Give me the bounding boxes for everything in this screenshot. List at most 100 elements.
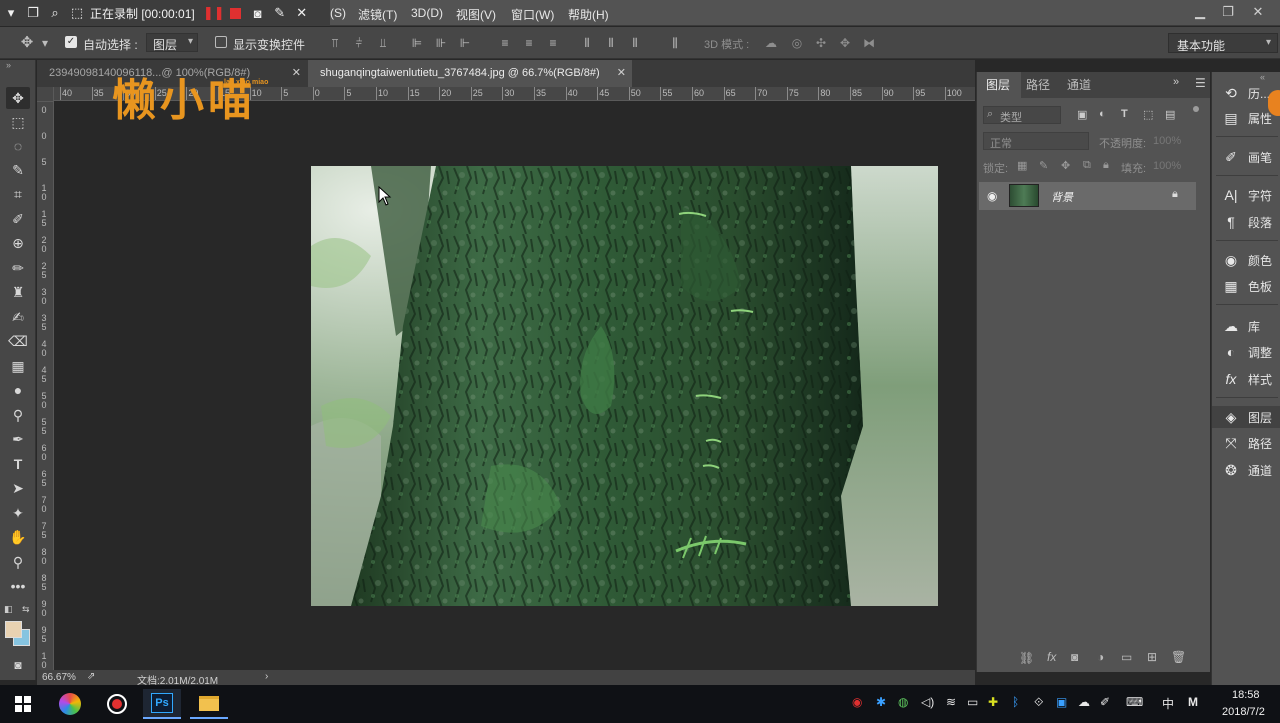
tray-network-icon[interactable]: ⟐ [1034, 695, 1043, 710]
export-icon[interactable]: ⇗ [87, 671, 95, 682]
tab-paths-label[interactable]: 路径 [1026, 76, 1050, 93]
type-tool-icon[interactable]: T [6, 453, 30, 475]
search-icon[interactable]: ⌕ [44, 2, 66, 24]
tray-ime-mode[interactable]: M [1188, 695, 1198, 709]
panel-collapse-icon[interactable]: » [6, 60, 11, 70]
tray-cloud-icon[interactable]: ☁ [1078, 695, 1090, 709]
windows-start-icon[interactable] [4, 689, 42, 719]
chevron-down-icon[interactable]: ▾ [38, 36, 52, 50]
dock-libraries[interactable]: ☁ 库 [1212, 315, 1280, 337]
crop-tool-icon[interactable]: ⌗ [6, 183, 30, 205]
layer-mask-icon[interactable]: ◙ [1071, 650, 1078, 664]
dock-paths[interactable]: ⤧ 路径 [1212, 432, 1280, 454]
path-select-tool-icon[interactable]: ➤ [6, 477, 30, 499]
tray-app-icon[interactable]: ✱ [876, 695, 886, 709]
close-window-button[interactable]: ✕ [1244, 3, 1272, 21]
quick-mask-icon[interactable]: ◙ [6, 654, 30, 676]
workspace-dropdown[interactable]: 基本功能 ▾ [1168, 33, 1278, 53]
layer-name[interactable]: 背景 [1051, 189, 1073, 205]
dock-properties[interactable]: ▤ 属性 [1212, 107, 1280, 129]
chevron-right-icon[interactable]: › [265, 671, 268, 682]
camera-icon[interactable]: ◙ [247, 2, 269, 24]
fill-value[interactable]: 100% [1153, 160, 1181, 172]
distribute-bottom-icon[interactable]: ≡ [546, 36, 560, 50]
tab-channels-label[interactable]: 通道 [1067, 76, 1091, 93]
align-top-icon[interactable]: ⫪ [328, 36, 342, 50]
foreground-color-swatch[interactable] [5, 621, 22, 638]
tab-document-2[interactable]: shuganqingtaiwenlutietu_3767484.jpg @ 66… [308, 60, 632, 87]
dock-collapse-icon[interactable]: « [1260, 72, 1265, 82]
move-tool-icon[interactable]: ✥ [6, 87, 30, 109]
lock-paint-icon[interactable]: ✎ [1039, 159, 1048, 172]
align-left-icon[interactable]: ⊫ [410, 36, 424, 50]
trash-icon[interactable]: 🗑︎ [1171, 650, 1186, 664]
filter-smart-icon[interactable]: ▤ [1165, 108, 1175, 121]
tray-volume-icon[interactable]: ◁) [921, 695, 934, 709]
menu-window[interactable]: 窗口(W) [511, 6, 554, 23]
hand-tool-icon[interactable]: ✋ [6, 526, 30, 548]
tray-ime[interactable]: 中 [1162, 695, 1174, 712]
tray-battery-icon[interactable]: ▭ [967, 695, 978, 709]
zoom-tool-icon[interactable]: ⚲ [6, 551, 30, 573]
dock-channels[interactable]: ❂ 通道 [1212, 459, 1280, 481]
menu-select[interactable]: (S) [330, 6, 346, 20]
move-tool-icon[interactable]: ✥ [20, 35, 34, 50]
dock-adjustments[interactable]: ◐ 调整 [1212, 341, 1280, 363]
tray-record-icon[interactable]: ◉ [852, 695, 862, 709]
default-colors-icon[interactable]: ◧ [4, 604, 13, 615]
blend-mode-dropdown[interactable]: 正常 [983, 132, 1089, 150]
adjustment-layer-icon[interactable]: ◑ [1097, 650, 1104, 664]
3d-scale-icon[interactable]: ⧓ [862, 36, 876, 50]
new-layer-icon[interactable]: ⊞ [1147, 650, 1157, 664]
show-transform-checkbox[interactable] [215, 36, 227, 48]
marquee-tool-icon[interactable]: ⬚ [6, 111, 30, 133]
healing-brush-tool-icon[interactable]: ⊕ [6, 232, 30, 254]
link-layers-icon[interactable]: ⛓ [1019, 651, 1034, 665]
shape-tool-icon[interactable]: ✦ [6, 502, 30, 524]
align-bottom-icon[interactable]: ⫫ [376, 36, 390, 50]
tray-bluetooth-icon[interactable]: ᛒ [1012, 695, 1019, 709]
tray-shield-icon[interactable]: ▣ [1056, 695, 1067, 709]
dock-paragraph[interactable]: ¶ 段落 [1212, 211, 1280, 233]
quick-select-tool-icon[interactable]: ✎ [6, 159, 30, 181]
clone-stamp-tool-icon[interactable]: ♜ [6, 281, 30, 303]
distribute-left-icon[interactable]: ⦀ [580, 36, 594, 50]
tray-pen-icon[interactable]: ✐ [1100, 695, 1110, 709]
panel-menu-icon[interactable]: ☰ [1195, 76, 1206, 90]
close-icon[interactable]: ✕ [617, 60, 626, 87]
document-image[interactable] [311, 166, 938, 606]
auto-align-icon[interactable]: ⫼ [668, 36, 682, 50]
layer-row-background[interactable]: ◉ 背景 🔒︎ [979, 182, 1196, 210]
brush-tool-icon[interactable]: ✏ [6, 257, 30, 279]
pause-icon[interactable]: ❚❚ [203, 2, 225, 24]
restore-window-icon[interactable]: ❐ [22, 2, 44, 24]
filter-pixel-icon[interactable]: ▣ [1077, 108, 1087, 121]
align-vcenter-icon[interactable]: ⫩ [352, 36, 366, 50]
gradient-tool-icon[interactable]: ▦ [6, 355, 30, 377]
dock-color[interactable]: ◉ 颜色 [1212, 249, 1280, 271]
clock-time[interactable]: 18:58 [1232, 689, 1260, 701]
align-right-icon[interactable]: ⊩ [458, 36, 472, 50]
clock-date[interactable]: 2018/7/2 [1222, 706, 1265, 718]
tray-wifi-icon[interactable]: ≋ [946, 695, 956, 709]
pen-tool-icon[interactable]: ✒ [6, 428, 30, 450]
dodge-tool-icon[interactable]: ⚲ [6, 404, 30, 426]
lasso-tool-icon[interactable]: ◌ [6, 135, 30, 157]
tray-keyboard-icon[interactable]: ⌨ [1126, 695, 1143, 709]
stop-icon[interactable] [225, 2, 247, 24]
collapse-icon[interactable]: » [1173, 76, 1179, 88]
distribute-right-icon[interactable]: ⦀ [628, 36, 642, 50]
recorder-app-icon[interactable] [98, 689, 136, 719]
new-group-icon[interactable]: ▭ [1121, 650, 1132, 664]
filter-type-icon[interactable]: T [1121, 108, 1128, 120]
3d-roll-icon[interactable]: ◎ [790, 36, 804, 50]
auto-select-checkbox[interactable]: ✓ [65, 36, 77, 48]
dock-character[interactable]: A| 字符 [1212, 184, 1280, 206]
menu-help[interactable]: 帮助(H) [568, 6, 609, 23]
filter-adjust-icon[interactable]: ◐ [1099, 108, 1106, 120]
distribute-top-icon[interactable]: ≡ [498, 36, 512, 50]
eyedropper-tool-icon[interactable]: ✐ [6, 208, 30, 230]
auto-select-dropdown[interactable]: 图层 ▾ [146, 33, 198, 52]
distribute-vcenter-icon[interactable]: ≡ [522, 36, 536, 50]
lock-all-icon[interactable]: 🔒︎ [1103, 159, 1109, 172]
